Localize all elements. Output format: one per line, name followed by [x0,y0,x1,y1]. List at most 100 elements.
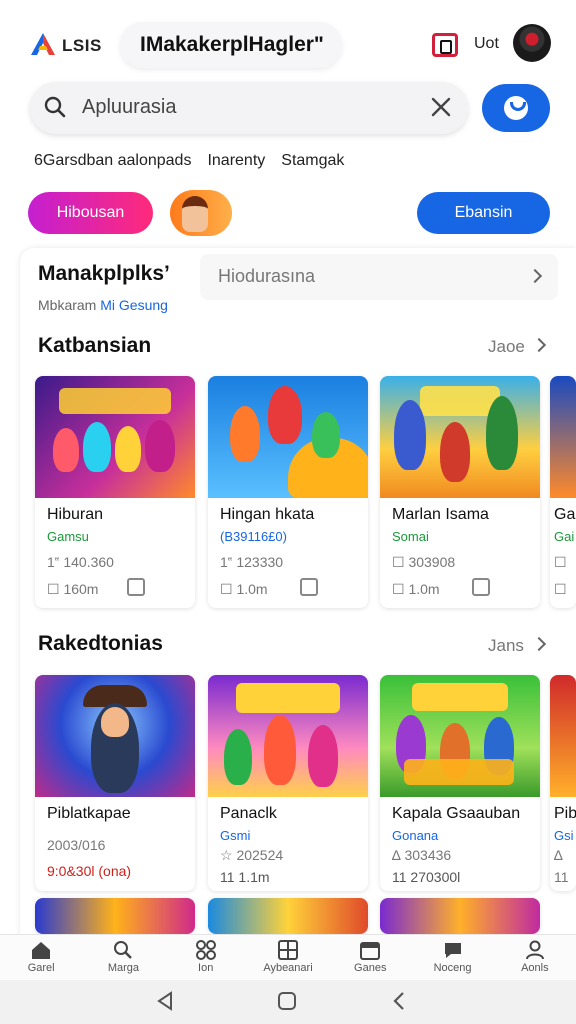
game-rating: ☆ 202524 [220,847,284,863]
bottom-navigation: Garel Marga Ion Aybeanari Ganes Noceng A… [0,934,576,980]
apps-icon [195,940,216,960]
game-cover-image [550,376,576,498]
game-rating: ☐ 303908 [392,554,456,570]
game-card[interactable] [35,898,195,934]
game-card[interactable]: Kapala Gsaauban Gonana ∆ 303436 11 27030… [380,675,540,891]
voice-search-button[interactable] [482,84,550,132]
profile-avatar[interactable] [170,190,232,236]
game-price: 9:0&30l (ona) [47,863,132,879]
game-genre: Somai [392,529,429,544]
game-cover-image [35,898,195,934]
app-title: IMakakerplHagler" [140,33,324,56]
nav-item-chat[interactable]: Noceng [411,935,493,980]
game-rating: ∆ [554,847,563,863]
game-card[interactable]: Piblatkapae 2003/016 9:0&30l (ona) [35,675,195,891]
user-label[interactable]: Uot [474,35,499,53]
smile-icon [504,96,528,120]
game-date: 2003/016 [47,837,106,853]
chip-2[interactable]: Inarenty [207,152,265,170]
market-subtitle-link[interactable]: Mi Gesung [100,297,168,313]
logo-text: LSIS [62,36,102,55]
game-title: Hingan hkata [220,506,315,523]
avatar[interactable] [513,24,551,62]
section-title: Rakedtonias [38,632,163,655]
nav-label: Noceng [433,962,472,974]
game-genre: Gsi [554,828,574,843]
game-cover-image [380,376,540,498]
category-pill-left[interactable]: Hibousan [28,192,153,234]
nav-item-profile[interactable]: Aonls [494,935,576,980]
home-button-icon[interactable] [278,992,296,1010]
chip-1[interactable]: 6Garsdban aalonpads [34,152,191,170]
game-genre: Gai [554,529,575,544]
game-cover-image [208,675,368,797]
game-cover-image [208,898,368,934]
screen-icon[interactable] [432,33,458,57]
nav-label: Aybeanari [263,962,313,974]
game-genre: Gsmi [220,828,251,843]
game-cover-image [550,675,576,797]
game-card[interactable]: Hiburan Gamsu 1‟ 140.360 ☐ 160m [35,376,195,608]
market-subtitle: Mbkaram Mi Gesung [38,297,168,313]
game-cover-image [35,675,195,797]
nav-label: Garel [27,962,55,974]
nav-item-search[interactable]: Marga [82,935,164,980]
close-icon[interactable] [430,96,452,118]
game-cover-image [380,898,540,934]
game-size: 11 [554,869,569,885]
category-pill-right[interactable]: Ebansin [417,192,550,234]
game-card[interactable]: Pib Gsi ∆ 11 [550,675,576,891]
nav-item-home[interactable]: Garel [0,935,82,980]
game-cover-image [208,376,368,498]
game-card[interactable]: Marlan Isama Somai ☐ 303908 ☐ 1.0m [380,376,540,608]
see-more-link[interactable]: Jans [488,636,524,656]
game-size: ☐ 1.0m [220,581,268,597]
game-title: Hiburan [47,506,104,523]
nav-label: Ion [198,962,214,974]
game-genre: (B39116£0) [220,529,287,544]
game-size: 11 270300l [392,869,461,885]
chip-3[interactable]: Stamgak [281,152,344,170]
game-card[interactable] [208,898,368,934]
see-more-link[interactable]: Jaoe [488,337,525,357]
game-title: Marlan Isama [392,506,489,523]
profile-icon [525,940,544,960]
chevron-left-icon[interactable] [392,991,406,1011]
game-size: ☐ [554,581,567,597]
game-card[interactable]: Panaclk Gsmi ☆ 202524 11 1.1m [208,675,368,891]
games-icon [360,942,381,960]
search-icon [44,96,66,118]
market-select-value: Hiodurasına [218,266,316,286]
game-title: Kapala Gsaauban [392,805,521,822]
download-icon[interactable] [472,578,490,596]
download-icon[interactable] [300,578,318,596]
home-icon [32,942,51,959]
game-rating: ∆ 303436 [392,847,452,863]
game-title: Ga [554,506,576,523]
game-rating: 1‟ 140.360 [47,554,114,570]
nav-item-apps[interactable]: Ion [165,935,247,980]
chat-icon [444,943,461,958]
game-rating: 1‟ 123330 [220,554,284,570]
avatar-face-icon [182,196,208,232]
app-logo-icon [31,33,55,55]
nav-item-games[interactable]: Ganes [329,935,411,980]
game-size: 11 1.1m [220,869,270,885]
nav-item-grid[interactable]: Aybeanari [247,935,329,980]
game-title: Panaclk [220,805,277,822]
game-genre: Gamsu [47,529,89,544]
download-icon[interactable] [127,578,145,596]
game-size: ☐ 160m [47,581,99,597]
game-card[interactable]: Hingan hkata (B39116£0) 1‟ 123330 ☐ 1.0m [208,376,368,608]
grid-icon [277,940,298,960]
nav-label: Marga [107,962,140,974]
game-title: Pib [554,805,576,822]
market-subtitle-plain: Mbkaram [38,297,97,313]
back-icon[interactable] [156,991,174,1011]
game-title: Piblatkapae [47,805,131,822]
game-card[interactable] [380,898,540,934]
search-input[interactable]: Apluurasia [82,96,177,119]
nav-label: Aonls [521,962,549,974]
game-card[interactable]: Ga Gai ☐ ☐ [550,376,576,608]
game-genre: Gonana [392,828,439,843]
